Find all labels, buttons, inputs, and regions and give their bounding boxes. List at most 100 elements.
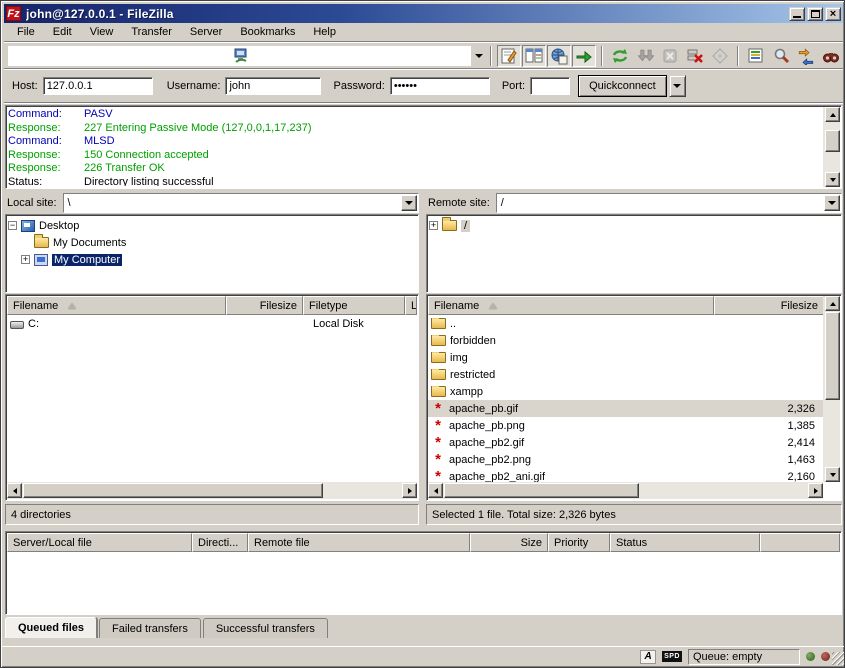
- transfer-type-ascii-icon[interactable]: A: [640, 650, 656, 664]
- local-file-row[interactable]: C: Local Disk: [7, 315, 417, 332]
- toggle-local-tree-button[interactable]: [522, 45, 546, 67]
- toggle-remote-tree-button[interactable]: [547, 45, 571, 67]
- remote-file-row-selected[interactable]: *apache_pb.gif2,326: [428, 400, 823, 417]
- menu-view[interactable]: View: [81, 24, 123, 40]
- scroll-down-button[interactable]: [825, 172, 840, 187]
- minimize-button[interactable]: [789, 7, 805, 21]
- menu-help[interactable]: Help: [304, 24, 345, 40]
- remote-file-row[interactable]: forbidden: [428, 332, 823, 349]
- log-line: Command:MLSD: [8, 135, 822, 149]
- tree-item-desktop[interactable]: − Desktop: [8, 217, 418, 234]
- resize-grip[interactable]: [832, 652, 845, 665]
- scroll-up-button[interactable]: [825, 107, 840, 122]
- tree-item-label: My Documents: [53, 237, 126, 249]
- local-status-line: 4 directories: [5, 504, 419, 525]
- tab-failed-transfers[interactable]: Failed transfers: [99, 618, 201, 638]
- disk-icon: [10, 321, 24, 329]
- reconnect-button[interactable]: [708, 45, 732, 67]
- local-site-combobox[interactable]: \: [63, 193, 419, 213]
- remote-file-row[interactable]: img: [428, 349, 823, 366]
- tab-queued-files[interactable]: Queued files: [5, 617, 97, 638]
- local-site-dropdown[interactable]: [401, 195, 417, 211]
- find-files-button[interactable]: [819, 45, 843, 67]
- toggle-log-button[interactable]: [497, 45, 521, 67]
- expand-icon[interactable]: +: [21, 255, 30, 264]
- filter-button[interactable]: [744, 45, 768, 67]
- tree-item-root[interactable]: + /: [429, 217, 841, 234]
- scroll-left-button[interactable]: [428, 483, 443, 498]
- remote-header-filename[interactable]: Filename: [428, 296, 714, 315]
- process-queue-button[interactable]: [633, 45, 657, 67]
- password-input[interactable]: [390, 77, 490, 95]
- remote-site-dropdown[interactable]: [824, 195, 840, 211]
- queue-header-remote-file[interactable]: Remote file: [248, 533, 470, 552]
- scroll-up-icon: [830, 302, 836, 306]
- toolbar-separator: [737, 46, 739, 66]
- menu-edit[interactable]: Edit: [44, 24, 81, 40]
- refresh-button[interactable]: [608, 45, 632, 67]
- scroll-right-button[interactable]: [402, 483, 417, 498]
- remote-vscrollbar[interactable]: [823, 296, 840, 482]
- local-hscrollbar[interactable]: [7, 482, 417, 499]
- disconnect-button[interactable]: [683, 45, 707, 67]
- menu-transfer[interactable]: Transfer: [122, 24, 181, 40]
- remote-file-row[interactable]: ..: [428, 315, 823, 332]
- scroll-left-button[interactable]: [7, 483, 22, 498]
- reconnect-icon: [711, 47, 729, 65]
- tree-item-my-documents[interactable]: My Documents: [8, 234, 418, 251]
- queue-header-size[interactable]: Size: [470, 533, 548, 552]
- site-manager-button[interactable]: [8, 46, 471, 66]
- maximize-button[interactable]: [807, 7, 823, 21]
- queue-header-status[interactable]: Status: [610, 533, 760, 552]
- sync-browsing-button[interactable]: [794, 45, 818, 67]
- remote-site-combobox[interactable]: /: [496, 193, 842, 213]
- local-header-filetype[interactable]: Filetype: [303, 296, 405, 315]
- scroll-up-button[interactable]: [825, 296, 840, 311]
- close-icon: ×: [830, 9, 836, 19]
- local-header-lastmodified[interactable]: L: [405, 296, 417, 315]
- close-button[interactable]: ×: [825, 7, 841, 21]
- username-input[interactable]: [225, 77, 321, 95]
- expand-icon[interactable]: +: [429, 221, 438, 230]
- quickconnect-bar: Host: Username: Password: Port: Quickcon…: [4, 70, 843, 103]
- queue-header-server-local-file[interactable]: Server/Local file: [7, 533, 192, 552]
- log-scrollbar[interactable]: [823, 107, 840, 187]
- menu-bookmarks[interactable]: Bookmarks: [231, 24, 304, 40]
- host-input[interactable]: [43, 77, 153, 95]
- local-header-filesize[interactable]: Filesize: [226, 296, 303, 315]
- local-header-filename[interactable]: Filename: [7, 296, 226, 315]
- tab-successful-transfers[interactable]: Successful transfers: [203, 618, 328, 638]
- remote-file-row[interactable]: restricted: [428, 366, 823, 383]
- remote-hscrollbar-thumb[interactable]: [444, 483, 639, 498]
- scroll-down-button[interactable]: [825, 467, 840, 482]
- tree-item-my-computer[interactable]: + My Computer: [8, 251, 418, 268]
- menu-server[interactable]: Server: [181, 24, 231, 40]
- menu-file[interactable]: File: [8, 24, 44, 40]
- local-hscrollbar-thumb[interactable]: [23, 483, 323, 498]
- quickconnect-dropdown[interactable]: [669, 75, 686, 97]
- remote-file-row[interactable]: xampp: [428, 383, 823, 400]
- scroll-left-icon: [434, 488, 438, 494]
- remote-header-filesize[interactable]: Filesize: [714, 296, 824, 315]
- queue-header-direction[interactable]: Directi...: [192, 533, 248, 552]
- site-manager-dropdown[interactable]: [472, 45, 485, 67]
- queue-header-priority[interactable]: Priority: [548, 533, 610, 552]
- port-input[interactable]: [530, 77, 570, 95]
- cancel-button[interactable]: [658, 45, 682, 67]
- remote-file-row[interactable]: *apache_pb2.gif2,414: [428, 434, 823, 451]
- scroll-right-button[interactable]: [808, 483, 823, 498]
- speed-limits-icon[interactable]: SPD: [662, 651, 682, 662]
- collapse-icon[interactable]: −: [8, 221, 17, 230]
- remote-file-row[interactable]: *apache_pb2.png1,463: [428, 451, 823, 468]
- filezilla-logo-icon[interactable]: Fz: [6, 6, 21, 21]
- remote-hscrollbar[interactable]: [428, 482, 823, 499]
- quickconnect-button[interactable]: Quickconnect: [578, 75, 667, 97]
- my-documents-folder-icon: [34, 237, 49, 248]
- toggle-queue-button[interactable]: [572, 45, 596, 67]
- titlebar[interactable]: Fz john@127.0.0.1 - FileZilla ×: [4, 4, 843, 23]
- process-queue-icon: [636, 47, 654, 65]
- compare-button[interactable]: [769, 45, 793, 67]
- remote-vscrollbar-thumb[interactable]: [825, 312, 840, 400]
- log-scrollbar-thumb[interactable]: [825, 130, 840, 152]
- remote-file-row[interactable]: *apache_pb.png1,385: [428, 417, 823, 434]
